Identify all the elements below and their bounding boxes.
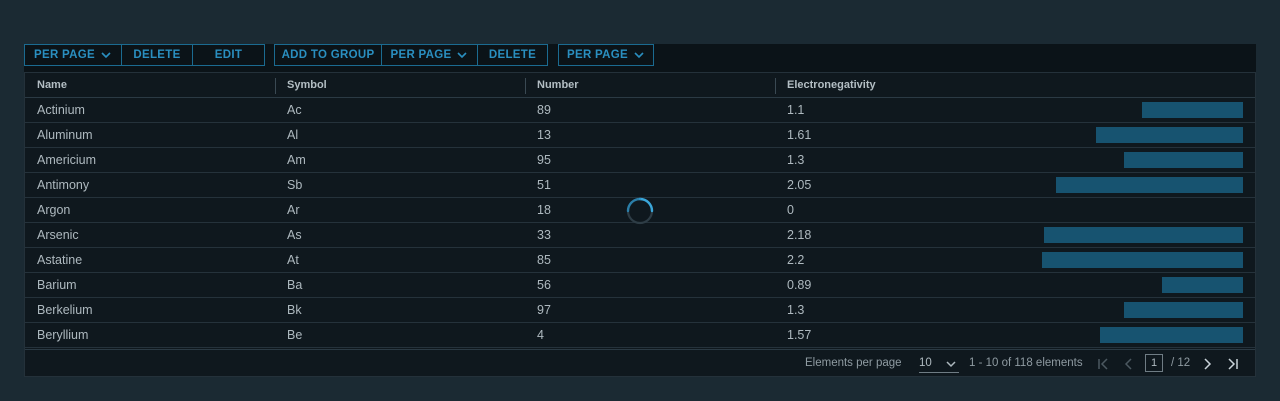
cell-electronegativity: 0.89 — [787, 278, 812, 292]
next-page-icon[interactable] — [1200, 357, 1214, 371]
toolbar-group-1: PER PAGE DELETE EDIT — [24, 44, 265, 66]
cell-name: Argon — [37, 203, 71, 217]
table-row[interactable]: Antimony Sb 51 2.05 — [25, 173, 1255, 198]
cell-number: 51 — [537, 178, 551, 192]
cell-symbol: At — [287, 253, 299, 267]
delete-button[interactable]: DELETE — [121, 45, 192, 65]
electronegativity-bar — [1042, 252, 1243, 268]
chevron-down-icon — [946, 361, 956, 368]
column-resize-handle[interactable] — [775, 78, 776, 94]
per-page-label: PER PAGE — [390, 49, 452, 61]
cell-number: 18 — [537, 203, 551, 217]
electronegativity-bar — [1100, 327, 1243, 343]
chevron-down-icon — [101, 52, 111, 59]
cell-symbol: Al — [287, 128, 299, 142]
cell-symbol: Bk — [287, 303, 302, 317]
cell-electronegativity: 1.3 — [787, 303, 805, 317]
cell-number: 97 — [537, 303, 551, 317]
toolbar-group-2: ADD TO GROUP PER PAGE DELETE — [274, 44, 548, 66]
per-page-dropdown-button[interactable]: PER PAGE — [25, 45, 121, 65]
cell-number: 95 — [537, 153, 551, 167]
loading-spinner — [626, 197, 654, 225]
table-header: Name Symbol Number Electronegativity — [25, 73, 1255, 98]
table-row[interactable]: Americium Am 95 1.3 — [25, 148, 1255, 173]
cell-symbol: Be — [287, 328, 303, 342]
electronegativity-bar — [1096, 127, 1243, 143]
chevron-down-icon — [457, 52, 468, 59]
cell-electronegativity: 2.2 — [787, 253, 805, 267]
per-page-dropdown-button-2[interactable]: PER PAGE — [381, 45, 477, 65]
cell-symbol: Ba — [287, 278, 303, 292]
cell-electronegativity: 1.3 — [787, 153, 805, 167]
pagination-range: 1 - 10 of 118 elements — [969, 357, 1083, 369]
cell-number: 56 — [537, 278, 551, 292]
table-row[interactable]: Arsenic As 33 2.18 — [25, 223, 1255, 248]
table-row[interactable]: Aluminum Al 13 1.61 — [25, 123, 1255, 148]
table-row[interactable]: Actinium Ac 89 1.1 — [25, 98, 1255, 123]
electronegativity-bar — [1124, 152, 1243, 168]
cell-name: Beryllium — [37, 328, 89, 342]
per-page-dropdown-button-3[interactable]: PER PAGE — [559, 45, 653, 65]
cell-name: Barium — [37, 278, 77, 292]
column-header-name[interactable]: Name — [37, 73, 67, 98]
add-to-group-button[interactable]: ADD TO GROUP — [275, 45, 381, 65]
cell-symbol: As — [287, 228, 302, 242]
edit-button[interactable]: EDIT — [192, 45, 264, 65]
cell-name: Americium — [37, 153, 97, 167]
cell-name: Antimony — [37, 178, 90, 192]
table-row[interactable]: Beryllium Be 4 1.57 — [25, 323, 1255, 348]
cell-electronegativity: 1.61 — [787, 128, 812, 142]
table-toolbar: PER PAGE DELETE EDIT ADD TO GROUP PER PA… — [24, 44, 1256, 72]
page-number-input[interactable]: 1 — [1145, 354, 1163, 372]
delete-button-2[interactable]: DELETE — [477, 45, 547, 65]
cell-name: Astatine — [37, 253, 83, 267]
cell-symbol: Am — [287, 153, 306, 167]
cell-electronegativity: 0 — [787, 203, 794, 217]
column-header-electronegativity[interactable]: Electronegativity — [787, 73, 876, 98]
column-resize-handle[interactable] — [525, 78, 526, 94]
elements-table: Name Symbol Number Electronegativity Act… — [24, 72, 1256, 377]
per-page-select[interactable]: 10 — [919, 355, 959, 373]
table-footer: Elements per page 10 1 - 10 of 118 eleme… — [25, 349, 1255, 377]
table-row[interactable]: Astatine At 85 2.2 — [25, 248, 1255, 273]
total-pages: / 12 — [1171, 357, 1191, 369]
chevron-down-icon — [634, 52, 644, 59]
table-row[interactable]: Berkelium Bk 97 1.3 — [25, 298, 1255, 323]
cell-number: 13 — [537, 128, 551, 142]
electronegativity-bar — [1124, 302, 1243, 318]
per-page-label: PER PAGE — [34, 49, 95, 61]
cell-name: Actinium — [37, 103, 85, 117]
cell-number: 89 — [537, 103, 551, 117]
cell-name: Aluminum — [37, 128, 93, 142]
column-header-number[interactable]: Number — [537, 73, 579, 98]
cell-electronegativity: 1.1 — [787, 103, 805, 117]
last-page-icon[interactable] — [1226, 357, 1240, 371]
electronegativity-bar — [1044, 227, 1243, 243]
per-page-label: Elements per page — [805, 357, 902, 369]
column-resize-handle[interactable] — [275, 78, 276, 94]
cell-electronegativity: 2.18 — [787, 228, 812, 242]
column-header-symbol[interactable]: Symbol — [287, 73, 327, 98]
cell-number: 33 — [537, 228, 551, 242]
electronegativity-bar — [1142, 102, 1243, 118]
electronegativity-bar — [1162, 277, 1243, 293]
cell-number: 4 — [537, 328, 544, 342]
cell-number: 85 — [537, 253, 551, 267]
prev-page-icon[interactable] — [1122, 357, 1136, 371]
per-page-value: 10 — [919, 357, 932, 369]
cell-symbol: Ar — [287, 203, 300, 217]
toolbar-group-3: PER PAGE — [558, 44, 654, 66]
cell-name: Berkelium — [37, 303, 93, 317]
electronegativity-bar — [1056, 177, 1243, 193]
per-page-label: PER PAGE — [567, 49, 628, 61]
cell-electronegativity: 2.05 — [787, 178, 812, 192]
cell-name: Arsenic — [37, 228, 79, 242]
first-page-icon[interactable] — [1096, 357, 1110, 371]
cell-symbol: Ac — [287, 103, 302, 117]
cell-symbol: Sb — [287, 178, 303, 192]
cell-electronegativity: 1.57 — [787, 328, 812, 342]
table-row[interactable]: Barium Ba 56 0.89 — [25, 273, 1255, 298]
